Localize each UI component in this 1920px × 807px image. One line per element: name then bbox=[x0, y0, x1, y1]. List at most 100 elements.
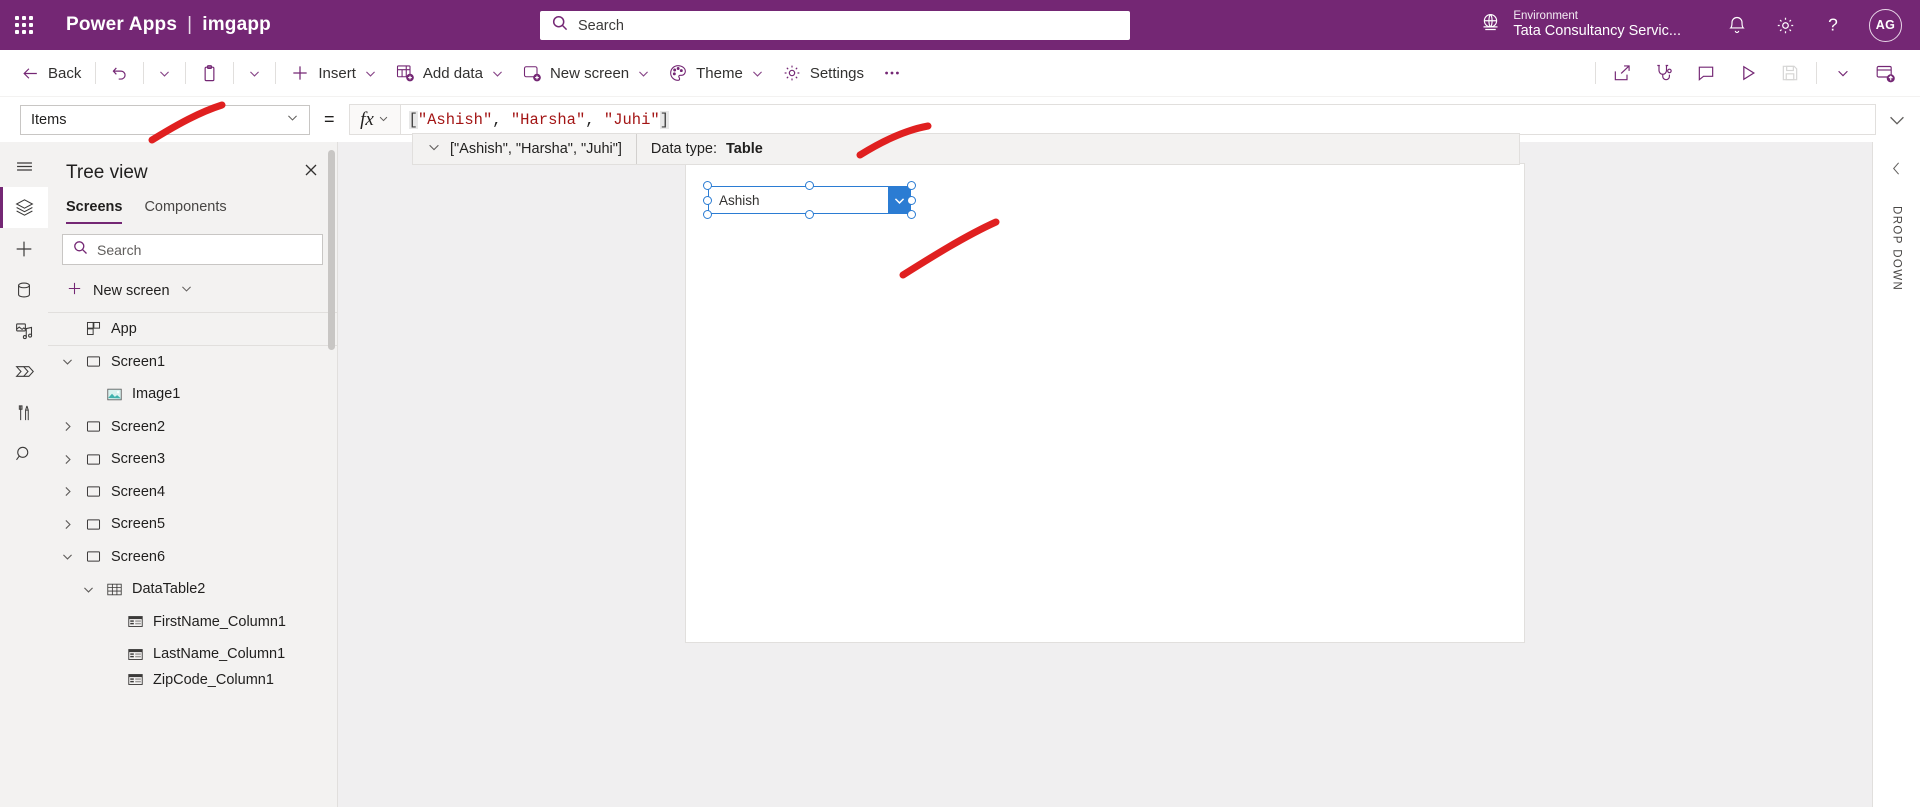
resize-handle-top-center[interactable] bbox=[805, 181, 814, 190]
divider bbox=[95, 62, 97, 84]
environment-selector[interactable]: Environment Tata Consultancy Servic... bbox=[1480, 10, 1681, 40]
screen-icon bbox=[85, 516, 102, 533]
formula-bar-collapse-button[interactable] bbox=[1882, 105, 1912, 135]
tree-item-label: Screen5 bbox=[111, 516, 166, 533]
chevron-down-icon[interactable] bbox=[79, 583, 97, 596]
property-selector[interactable]: Items bbox=[20, 104, 310, 135]
close-icon[interactable] bbox=[299, 158, 323, 187]
theme-button[interactable]: Theme bbox=[659, 54, 773, 92]
tree-view-title: Tree view bbox=[66, 161, 148, 183]
global-search-box[interactable]: Search bbox=[540, 11, 1130, 40]
power-automate-flow-icon[interactable] bbox=[0, 351, 48, 392]
tree-item-screen5[interactable]: Screen5 bbox=[48, 508, 337, 541]
advanced-tools-icon[interactable] bbox=[0, 392, 48, 433]
tree-item-label: LastName_Column1 bbox=[153, 646, 286, 663]
tree-item-screen4[interactable]: Screen4 bbox=[48, 476, 337, 509]
insert-plus-icon[interactable] bbox=[0, 228, 48, 269]
back-label: Back bbox=[48, 64, 82, 82]
chevron-right-icon[interactable] bbox=[58, 518, 76, 531]
datatype-label: Data type: bbox=[650, 141, 718, 157]
tree-item-label: ZipCode_Column1 bbox=[153, 671, 274, 688]
new-screen-tree-button[interactable]: New screen bbox=[48, 273, 337, 313]
arrow-left-icon bbox=[21, 64, 40, 83]
tree-item-screen1[interactable]: Screen1 bbox=[48, 346, 337, 379]
brand-area[interactable]: Power Apps | imgapp bbox=[66, 14, 271, 36]
media-icon[interactable] bbox=[0, 310, 48, 351]
tree-item-image1[interactable]: Image1 bbox=[48, 378, 337, 411]
more-commands-button[interactable] bbox=[873, 54, 911, 92]
chevron-down-icon[interactable] bbox=[58, 550, 76, 563]
add-data-button[interactable]: Add data bbox=[386, 54, 513, 92]
tree-item-screen2[interactable]: Screen2 bbox=[48, 411, 337, 444]
chevron-down-icon[interactable] bbox=[58, 355, 76, 368]
chevron-down-icon bbox=[427, 140, 441, 158]
data-cylinder-icon[interactable] bbox=[0, 269, 48, 310]
tree-item-list: App Screen1 Image1 Screen2 Screen3 Screen4 Scr… bbox=[48, 313, 337, 807]
undo-button[interactable] bbox=[101, 54, 138, 92]
dropdown-selection-frame[interactable]: Ashish bbox=[703, 181, 916, 219]
header-right-group: Environment Tata Consultancy Servic... ?… bbox=[1480, 0, 1920, 50]
resize-handle-bottom-center[interactable] bbox=[805, 210, 814, 219]
formula-input[interactable]: ["Ashish", "Harsha", "Juhi"] bbox=[400, 104, 1876, 135]
search-icon[interactable] bbox=[0, 433, 48, 474]
resize-handle-middle-right[interactable] bbox=[907, 195, 916, 205]
comment-icon[interactable] bbox=[1685, 53, 1727, 93]
screen-icon bbox=[85, 451, 102, 468]
add-data-table-icon bbox=[395, 63, 415, 83]
datatype-value: Table bbox=[726, 141, 763, 157]
environment-name: Tata Consultancy Servic... bbox=[1513, 23, 1681, 40]
chevron-right-icon[interactable] bbox=[58, 420, 76, 433]
tree-item-screen6[interactable]: Screen6 bbox=[48, 541, 337, 574]
resize-handle-bottom-right[interactable] bbox=[907, 210, 916, 219]
publish-icon[interactable] bbox=[1864, 53, 1906, 93]
fx-button[interactable]: fx bbox=[348, 104, 401, 135]
question-mark-icon[interactable]: ? bbox=[1809, 0, 1857, 50]
chevron-right-icon[interactable] bbox=[58, 453, 76, 466]
resize-handle-top-left[interactable] bbox=[703, 181, 712, 190]
app-checker-stethoscope-icon[interactable] bbox=[1643, 53, 1685, 93]
share-icon[interactable] bbox=[1601, 53, 1643, 93]
undo-history-dropdown[interactable] bbox=[149, 54, 180, 92]
resize-handle-top-right[interactable] bbox=[907, 181, 916, 190]
tab-screens[interactable]: Screens bbox=[66, 199, 123, 224]
clipboard-icon bbox=[200, 64, 219, 83]
hamburger-menu-icon[interactable] bbox=[0, 146, 48, 187]
chevron-left-icon[interactable] bbox=[1884, 156, 1909, 186]
chevron-down-icon[interactable] bbox=[1822, 53, 1864, 93]
resize-handle-middle-left[interactable] bbox=[703, 195, 712, 205]
insert-button[interactable]: Insert bbox=[281, 54, 386, 92]
screen-surface[interactable]: Ashish bbox=[686, 164, 1524, 642]
tree-item-datatable2[interactable]: DataTable2 bbox=[48, 573, 337, 606]
formula-result-value-cell[interactable]: ["Ashish", "Harsha", "Juhi"] bbox=[413, 134, 637, 164]
chevron-right-icon[interactable] bbox=[58, 485, 76, 498]
tree-item-lastname_column1[interactable]: LastName_Column1 bbox=[48, 638, 337, 671]
tree-scrollbar-thumb[interactable] bbox=[328, 150, 335, 350]
command-bar-right-group bbox=[1590, 53, 1920, 93]
divider bbox=[185, 62, 187, 84]
waffle-icon[interactable] bbox=[0, 0, 48, 50]
paste-button[interactable] bbox=[191, 54, 228, 92]
formula-datatype-cell: Data type: Table bbox=[637, 134, 777, 164]
gear-icon[interactable] bbox=[1761, 0, 1809, 50]
tab-components[interactable]: Components bbox=[144, 199, 226, 224]
property-selector-value: Items bbox=[31, 111, 67, 128]
insert-label: Insert bbox=[318, 64, 356, 82]
play-preview-icon[interactable] bbox=[1727, 53, 1769, 93]
tree-scrollbar[interactable] bbox=[328, 142, 335, 807]
tree-item-screen3[interactable]: Screen3 bbox=[48, 443, 337, 476]
tree-search-input[interactable]: Search bbox=[62, 234, 323, 265]
save-icon[interactable] bbox=[1769, 53, 1811, 93]
tree-item-zipcode_column1[interactable]: ZipCode_Column1 bbox=[48, 671, 337, 689]
settings-button[interactable]: Settings bbox=[773, 54, 873, 92]
paste-options-dropdown[interactable] bbox=[239, 54, 270, 92]
tree-item-app[interactable]: App bbox=[48, 313, 337, 346]
new-screen-button[interactable]: New screen bbox=[513, 54, 659, 92]
avatar[interactable]: AG bbox=[1869, 8, 1902, 42]
tree-item-firstname_column1[interactable]: FirstName_Column1 bbox=[48, 606, 337, 639]
resize-handle-bottom-left[interactable] bbox=[703, 210, 712, 219]
back-button[interactable]: Back bbox=[12, 54, 90, 92]
bell-icon[interactable] bbox=[1713, 0, 1761, 50]
tree-view-layers-icon[interactable] bbox=[0, 187, 48, 228]
screen-icon bbox=[85, 353, 102, 370]
formula-result-value: ["Ashish", "Harsha", "Juhi"] bbox=[450, 141, 622, 157]
